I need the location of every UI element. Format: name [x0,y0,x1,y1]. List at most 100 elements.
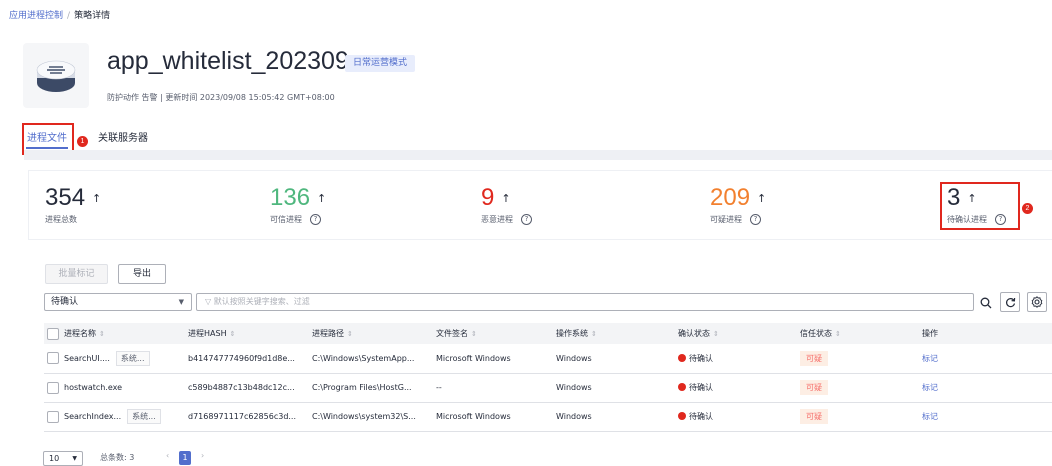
breadcrumb-current: 策略详情 [74,11,111,21]
row-checkbox[interactable] [47,352,59,365]
arrow-up-icon: ↑ [317,192,327,205]
stat-pending-label: 待确认进程 [947,215,987,224]
status-dot-icon [678,353,686,362]
confirm-status: 待确认 [678,373,800,403]
process-list-panel: 批量标记 导出 待确认 ▼ ▽ 默认按照关键字搜索、过滤 进程名称 ⇕ 进程HA… [28,250,1052,466]
sort-icon: ⇕ [713,330,719,338]
page-title: app_whitelist_202309 [107,47,349,75]
help-icon[interactable]: ? [521,214,532,225]
help-icon[interactable]: ? [750,214,761,225]
process-path: C:\Program Files\HostG... [312,373,436,403]
system-tag: 系统... [115,350,150,366]
confirm-status: 待确认 [678,402,800,432]
arrow-up-icon: ↑ [92,192,102,205]
policy-logo [23,43,89,108]
annotation-badge-1: 1 [77,136,88,147]
stat-trusted-value: 136 [270,184,311,211]
status-filter-value: 待确认 [51,297,79,307]
policy-meta: 防护动作 告警 | 更新时间 2023/09/08 15:05:42 GMT+0… [107,93,335,102]
prev-page-icon[interactable]: ‹ [166,451,169,460]
column-header[interactable]: 操作系统 ⇕ [556,323,678,344]
status-filter-select[interactable]: 待确认 ▼ [44,293,192,311]
row-checkbox[interactable] [47,381,59,394]
page-size-select[interactable]: 10 ▼ [43,451,83,466]
policy-detail-page: 应用进程控制 / 策略详情 app_whitelist_202309 日常运营模式 … [0,0,1052,466]
stat-total-value: 354 [45,184,86,211]
section-divider [24,150,1052,160]
server-box-icon [36,60,76,92]
arrow-up-icon: ↑ [757,192,767,205]
stat-trusted: 136 ↑ 可信进程? [270,186,326,225]
mark-link[interactable]: 标记 [922,383,938,392]
tab-process-files[interactable]: 进程文件 [27,129,67,144]
sort-icon: ⇕ [835,330,841,338]
export-button[interactable]: 导出 [118,264,166,284]
filter-icon: ▽ [205,297,214,306]
column-header[interactable]: 确认状态 ⇕ [678,323,800,344]
os: Windows [556,373,678,403]
stat-suspicious: 209 ↑ 可疑进程? [710,186,766,225]
arrow-up-icon: ↑ [501,192,511,205]
process-hash: b414747774960f9d1d8e... [188,344,312,374]
column-header[interactable]: 信任状态 ⇕ [800,323,922,344]
column-header[interactable]: 进程HASH ⇕ [188,323,312,344]
os: Windows [556,344,678,374]
tab-active-underline [26,147,68,149]
arrow-up-icon: ↑ [967,192,977,205]
file-signature: Microsoft Windows [436,344,556,374]
sort-icon: ⇕ [99,330,105,338]
search-placeholder: 默认按照关键字搜索、过滤 [213,297,310,306]
table-row: SearchIndex... 系统... d7168971117c62856c3d… [44,402,1052,432]
process-name: hostwatch.exe [64,383,123,392]
confirm-status: 待确认 [678,344,800,374]
refresh-icon[interactable] [1000,292,1020,312]
stats-card: 354 ↑ 进程总数 136 ↑ 可信进程? 9 ↑ 恶意进程? 209 ↑ 可疑进程?… [28,170,1052,240]
search-input[interactable]: ▽ 默认按照关键字搜索、过滤 [196,293,974,311]
file-signature: -- [436,373,556,403]
process-path: C:\Windows\system32\S... [312,402,436,432]
process-table: 进程名称 ⇕ 进程HASH ⇕ 进程路径 ⇕ 文件签名 ⇕ 操作系统 ⇕ 确认状态 ⇕ 信任… [44,323,1052,432]
next-page-icon[interactable]: › [201,451,204,460]
settings-icon[interactable] [1027,292,1047,312]
page-number-current[interactable]: 1 [179,451,191,465]
process-name: SearchUI.... [64,353,110,363]
sort-icon: ⇕ [229,330,236,338]
help-icon[interactable]: ? [995,214,1006,225]
stat-pending-value: 3 [947,184,961,211]
trust-status: 可疑 [800,344,922,374]
column-header[interactable]: 文件签名 ⇕ [436,323,556,344]
stat-total-label: 进程总数 [45,215,77,224]
select-all-checkbox[interactable] [47,327,59,340]
column-header[interactable]: 进程名称 ⇕ [64,323,188,344]
stat-suspicious-value: 209 [710,184,751,211]
table-row: hostwatch.exe c589b4887c13b48dc12c... C:… [44,373,1052,403]
mark-link[interactable]: 标记 [922,354,938,363]
mode-tag: 日常运营模式 [345,55,416,72]
table-header-row: 进程名称 ⇕ 进程HASH ⇕ 进程路径 ⇕ 文件签名 ⇕ 操作系统 ⇕ 确认状态 ⇕ 信任… [44,323,1052,344]
stat-malicious-label: 恶意进程 [481,215,513,224]
stat-pending[interactable]: 3 ↑ 待确认进程? [947,186,1006,225]
file-signature: Microsoft Windows [436,402,556,432]
row-checkbox[interactable] [47,410,59,423]
trust-status: 可疑 [800,402,922,432]
breadcrumb-separator: / [67,11,71,21]
caret-down-icon: ▼ [178,298,184,306]
total-count: 总条数: 3 [100,453,135,462]
status-dot-icon [678,383,686,391]
breadcrumb-parent-link[interactable]: 应用进程控制 [9,11,63,21]
process-hash: d7168971117c62856c3d... [188,402,312,432]
status-dot-icon [678,412,686,420]
stat-total: 354 ↑ 进程总数 [45,186,101,225]
sort-icon: ⇕ [347,330,353,338]
batch-mark-button[interactable]: 批量标记 [45,264,108,284]
tab-related-servers[interactable]: 关联服务器 [98,129,148,144]
mark-link[interactable]: 标记 [922,412,938,421]
stat-malicious-value: 9 [481,184,495,211]
help-icon[interactable]: ? [310,214,321,225]
trust-status: 可疑 [800,373,922,403]
search-icon[interactable] [976,292,996,312]
column-header-actions: 操作 [922,329,938,338]
column-header[interactable]: 进程路径 ⇕ [312,323,436,344]
process-hash: c589b4887c13b48dc12c... [188,373,312,403]
stat-trusted-label: 可信进程 [270,215,302,224]
